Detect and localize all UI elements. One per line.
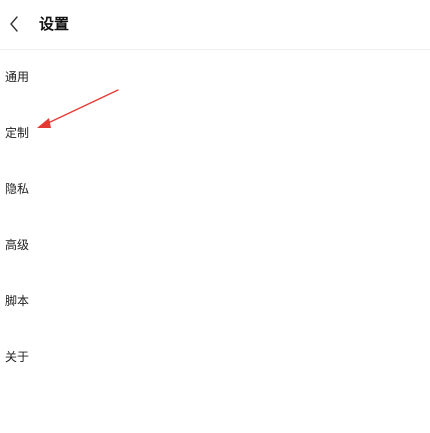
menu-item-script[interactable]: 脚本 (0, 274, 430, 330)
menu-item-customize[interactable]: 定制 (0, 106, 430, 162)
page-title: 设置 (39, 15, 70, 33)
chevron-left-icon (10, 16, 18, 32)
menu-item-label: 关于 (5, 350, 30, 364)
menu-item-general[interactable]: 通用 (0, 50, 430, 106)
header-bar: 设置 (0, 0, 430, 50)
menu-item-privacy[interactable]: 隐私 (0, 162, 430, 218)
menu-item-advanced[interactable]: 高级 (0, 218, 430, 274)
menu-item-label: 通用 (5, 70, 30, 84)
menu-item-label: 脚本 (5, 294, 30, 308)
settings-menu: 通用 定制 隐私 高级 脚本 关于 (0, 50, 430, 386)
menu-item-about[interactable]: 关于 (0, 330, 430, 386)
back-button[interactable] (4, 12, 24, 36)
menu-item-label: 高级 (5, 238, 30, 252)
menu-item-label: 隐私 (5, 182, 30, 196)
settings-page: 设置 通用 定制 隐私 高级 脚本 关于 (0, 0, 430, 433)
menu-item-label: 定制 (5, 126, 30, 140)
